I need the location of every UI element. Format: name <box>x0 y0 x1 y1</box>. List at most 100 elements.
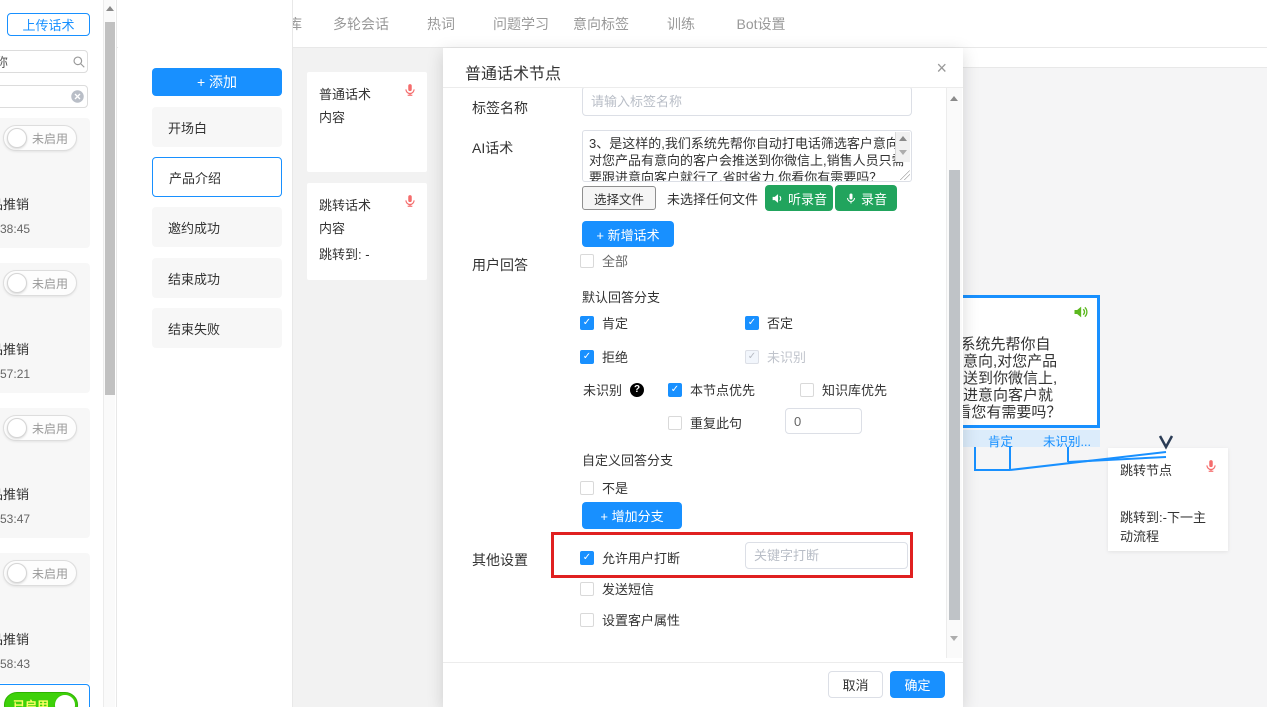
jump-node-target: 跳转到:-下一主 动流程 <box>1120 508 1220 546</box>
enable-toggle[interactable]: 未启用 <box>3 125 77 151</box>
close-icon[interactable]: × <box>936 58 947 78</box>
flow-item-end-success[interactable]: 结束成功 <box>152 258 282 298</box>
campaign-card[interactable]: 未启用 品推销 7:57:21 <box>0 263 90 393</box>
toggle-knob <box>55 695 75 707</box>
jump-node-card[interactable]: 跳转节点 跳转到:-下一主 动流程 <box>1108 448 1228 551</box>
enable-toggle[interactable]: 未启用 <box>3 270 77 296</box>
customer-attr-row: 设置客户属性 <box>580 610 680 629</box>
tab-question-learning[interactable]: 问题学习 <box>481 0 561 48</box>
branch-tab-positive[interactable]: 肯定 <box>988 431 1013 450</box>
checkbox-refuse[interactable] <box>580 350 594 364</box>
node-jump-target: 跳转到: - <box>319 242 370 267</box>
checkbox-unrecognized-disabled <box>745 350 759 364</box>
other-settings-label: 其他设置 <box>472 550 528 570</box>
checkbox-positive[interactable] <box>580 316 594 330</box>
flow-item-opening[interactable]: 开场白 <box>152 107 282 147</box>
campaign-time: 7:53:47 <box>0 512 30 526</box>
branch-positive-row: 肯定 <box>580 313 628 332</box>
campaign-scrollbar[interactable] <box>103 0 115 707</box>
campaign-name: 品推销 <box>0 339 29 358</box>
campaign-time: 9:38:45 <box>0 222 30 236</box>
keyword-interrupt-input[interactable] <box>745 542 908 569</box>
scrollbar-thumb[interactable] <box>105 22 115 395</box>
enable-toggle[interactable]: 未启用 <box>3 560 77 586</box>
send-sms-row: 发送短信 <box>580 579 654 598</box>
add-flow-button[interactable]: + 添加 <box>152 68 282 96</box>
node-edit-modal: 普通话术节点 × 标签名称 AI话术 3、是这样的,我们系统先帮你自动打电话筛选… <box>443 48 963 707</box>
record-button[interactable]: 录音 <box>835 185 897 211</box>
flow-item-end-fail[interactable]: 结束失败 <box>152 308 282 348</box>
label-name-input[interactable] <box>582 88 912 116</box>
tab-bot-settings[interactable]: Bot设置 <box>721 0 801 48</box>
checkbox-allow-interrupt[interactable] <box>580 551 594 565</box>
upload-script-button[interactable]: 上传话术 <box>7 13 90 36</box>
scrollbar-thumb[interactable] <box>949 170 960 620</box>
checkbox-customer-attr[interactable] <box>580 613 594 627</box>
search-icon[interactable] <box>72 55 86 69</box>
modal-scrollbar[interactable] <box>946 88 962 658</box>
enable-toggle-on[interactable]: 已启用 <box>4 692 78 707</box>
campaign-card-active[interactable]: 已启用 <box>0 684 90 707</box>
checkbox-all[interactable] <box>580 254 594 268</box>
ai-script-textarea[interactable]: 3、是这样的,我们系统先帮你自动打电话筛选客户意向, 对您产品有意向的客户会推送… <box>582 130 912 182</box>
canvas-toolbar <box>963 48 1267 68</box>
node-first-row: 本节点优先 <box>668 380 755 399</box>
ai-script-label: AI话术 <box>472 138 513 158</box>
campaign-time: 7:57:21 <box>0 367 30 381</box>
listen-recording-button[interactable]: 听录音 <box>765 185 833 211</box>
mic-icon[interactable] <box>403 193 417 209</box>
tab-multi-turn[interactable]: 多轮会话 <box>321 0 401 48</box>
mic-icon[interactable] <box>1204 458 1218 474</box>
textarea-spinner[interactable] <box>895 132 910 162</box>
checkbox-kb-first[interactable] <box>800 383 814 397</box>
node-card-jump[interactable]: 跳转话术 内容 跳转到: - <box>307 183 427 280</box>
checkbox-node-first[interactable] <box>668 383 682 397</box>
checkbox-negative[interactable] <box>745 316 759 330</box>
add-branch-button[interactable]: + 增加分支 <box>582 502 682 529</box>
confirm-button[interactable]: 确定 <box>890 671 945 698</box>
choose-file-button[interactable]: 选择文件 <box>582 186 656 210</box>
flow-list-panel: + 添加 开场白 产品介绍 邀约成功 结束成功 结束失败 <box>118 0 293 707</box>
branch-tab-unrecognized[interactable]: 未识别... <box>1043 431 1091 450</box>
help-icon[interactable]: ? <box>630 383 644 397</box>
campaign-time: 3:58:43 <box>0 657 30 671</box>
app-root: 主动话术 知识库 多轮会话 热词 问题学习 意向标签 训练 Bot设置 3、是这… <box>0 0 1267 707</box>
cancel-button[interactable]: 取消 <box>828 671 883 698</box>
answer-all-row: 全部 <box>580 251 628 270</box>
mic-icon[interactable] <box>403 82 417 98</box>
toggle-knob <box>7 273 27 293</box>
default-branch-title: 默认回答分支 <box>582 287 660 306</box>
campaign-name: 品推销 <box>0 484 29 503</box>
kb-first-row: 知识库优先 <box>800 380 887 399</box>
tab-hot-words[interactable]: 热词 <box>401 0 481 48</box>
jump-node-title: 跳转节点 <box>1120 460 1172 479</box>
label-name-label: 标签名称 <box>472 98 528 118</box>
toggle-knob <box>7 563 27 583</box>
repeat-count-input[interactable] <box>785 408 862 434</box>
modal-footer: 取消 确定 <box>443 662 963 707</box>
checkbox-custom-branch[interactable] <box>580 481 594 495</box>
add-script-button[interactable]: + 新增话术 <box>582 221 674 247</box>
unrecognized-label-row: 未识别 ? <box>583 380 644 399</box>
speaker-icon[interactable] <box>1072 304 1089 320</box>
node-content-label: 内容 <box>319 105 345 130</box>
campaign-card[interactable]: 未启用 品推销 3:58:43 <box>0 553 90 683</box>
campaign-name: 品推销 <box>0 629 29 648</box>
checkbox-send-sms[interactable] <box>580 582 594 596</box>
campaign-card[interactable]: 未启用 品推销 7:53:47 <box>0 408 90 538</box>
checkbox-repeat[interactable] <box>668 416 682 430</box>
tab-training[interactable]: 训练 <box>641 0 721 48</box>
enable-toggle[interactable]: 未启用 <box>3 415 77 441</box>
flow-item-product-intro[interactable]: 产品介绍 <box>152 157 282 197</box>
node-card-normal[interactable]: 普通话术 内容 <box>307 72 427 172</box>
custom-branch-title: 自定义回答分支 <box>582 450 673 469</box>
branch-negative-row: 否定 <box>745 313 793 332</box>
branch-refuse-row: 拒绝 <box>580 347 628 366</box>
resize-handle-icon[interactable] <box>900 170 910 180</box>
flow-item-invite-success[interactable]: 邀约成功 <box>152 207 282 247</box>
modal-title: 普通话术节点 <box>465 60 561 84</box>
tab-intent-label[interactable]: 意向标签 <box>561 0 641 48</box>
modal-titlebar: 普通话术节点 × <box>443 48 963 88</box>
clear-icon[interactable] <box>70 89 84 103</box>
campaign-card[interactable]: 未启用 品推销 9:38:45 <box>0 118 90 248</box>
